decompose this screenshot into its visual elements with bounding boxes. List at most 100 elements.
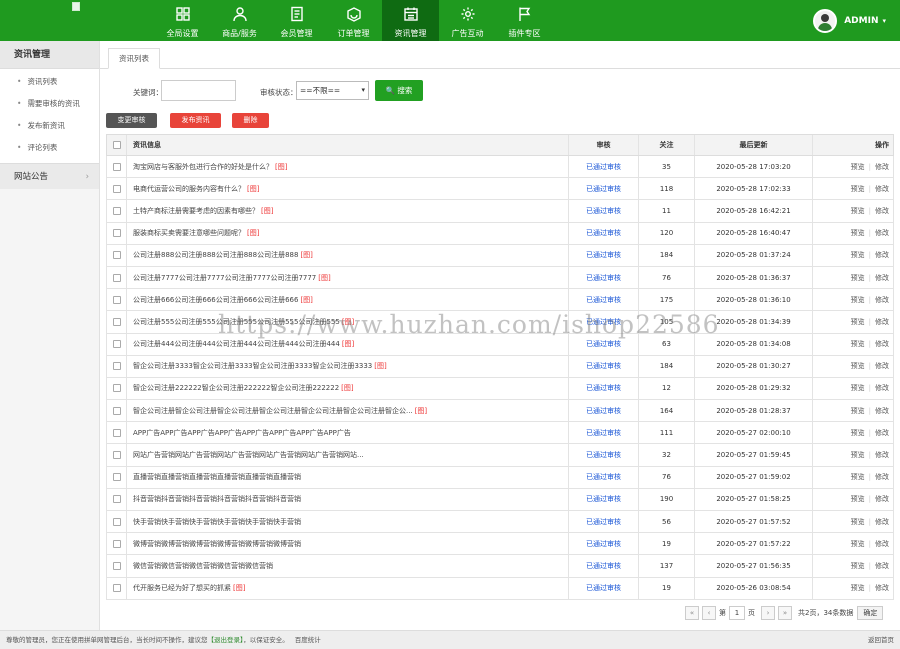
row-checkbox[interactable] [112,206,121,215]
status-link[interactable]: 已通过审核 [586,317,621,327]
prev-page-button[interactable]: ‹ [702,606,716,620]
edit-link[interactable]: 修改 [875,339,889,349]
status-link[interactable]: 已通过审核 [586,472,621,482]
preview-link[interactable]: 预览 [851,295,865,305]
status-link[interactable]: 已通过审核 [586,228,621,238]
preview-link[interactable]: 预览 [851,339,865,349]
status-link[interactable]: 已通过审核 [586,295,621,305]
preview-link[interactable]: 预览 [851,228,865,238]
page-input[interactable]: 1 [729,606,745,620]
next-page-button[interactable]: › [761,606,775,620]
row-checkbox[interactable] [112,317,121,326]
row-checkbox[interactable] [112,517,121,526]
status-link[interactable]: 已通过审核 [586,561,621,571]
select-all-checkbox[interactable] [112,141,121,149]
status-link[interactable]: 已通过审核 [586,428,621,438]
edit-link[interactable]: 修改 [875,317,889,327]
status-link[interactable]: 已通过审核 [586,273,621,283]
keyword-input[interactable] [161,80,236,101]
edit-link[interactable]: 修改 [875,472,889,482]
change-audit-button[interactable]: 变更审核 [106,113,157,128]
status-link[interactable]: 已通过审核 [586,494,621,504]
edit-link[interactable]: 修改 [875,206,889,216]
nav-item-2[interactable]: 会员管理 [268,0,325,41]
news-title-link[interactable]: 土特产商标注册需要考虑的因素有哪些？ [133,206,259,216]
sidebar-section-announcements[interactable]: 网站公告 › [0,163,99,189]
news-title-link[interactable]: 服装商标买卖需要注意哪些问题呢？ [133,228,245,238]
preview-link[interactable]: 预览 [851,317,865,327]
row-checkbox[interactable] [112,584,121,593]
sidebar-item-pending-review[interactable]: 需要审核的资讯 [0,93,99,115]
preview-link[interactable]: 预览 [851,406,865,416]
status-link[interactable]: 已通过审核 [586,339,621,349]
status-link[interactable]: 已通过审核 [586,406,621,416]
news-title-link[interactable]: 淘宝网店与客服外包进行合作的好处是什么？ [133,162,273,172]
nav-item-5[interactable]: 广告互动 [439,0,496,41]
news-title-link[interactable]: 公司注册888公司注册888公司注册888公司注册888 [133,250,298,260]
row-checkbox[interactable] [112,162,121,171]
status-link[interactable]: 已通过审核 [586,383,621,393]
preview-link[interactable]: 预览 [851,428,865,438]
sidebar-item-comments[interactable]: 评论列表 [0,137,99,159]
nav-item-4[interactable]: 资讯管理 [382,0,439,41]
status-link[interactable]: 已通过审核 [586,184,621,194]
status-link[interactable]: 已通过审核 [586,517,621,527]
news-title-link[interactable]: 电商代运营公司的服务内容有什么？ [133,184,245,194]
edit-link[interactable]: 修改 [875,361,889,371]
status-link[interactable]: 已通过审核 [586,450,621,460]
preview-link[interactable]: 预览 [851,162,865,172]
row-checkbox[interactable] [112,473,121,482]
preview-link[interactable]: 预览 [851,517,865,527]
row-checkbox[interactable] [112,539,121,548]
row-checkbox[interactable] [112,451,121,460]
preview-link[interactable]: 预览 [851,273,865,283]
row-checkbox[interactable] [112,384,121,393]
status-link[interactable]: 已通过审核 [586,583,621,593]
news-title-link[interactable]: 公司注册555公司注册555公司注册555公司注册555公司注册555 [133,317,340,327]
news-title-link[interactable]: 微博营销微博营销微博营销微博营销微博营销微博营销 [133,539,301,549]
edit-link[interactable]: 修改 [875,583,889,593]
preview-link[interactable]: 预览 [851,561,865,571]
edit-link[interactable]: 修改 [875,450,889,460]
delete-button[interactable]: 删除 [232,113,269,128]
news-title-link[interactable]: 微信营销微信营销微信营销微信营销微信营销 [133,561,273,571]
sidebar-item-news-list[interactable]: 资讯列表 [0,71,99,93]
tab-news-list[interactable]: 资讯列表 [108,48,160,69]
row-checkbox[interactable] [112,428,121,437]
edit-link[interactable]: 修改 [875,561,889,571]
news-title-link[interactable]: 抖音营销抖音营销抖音营销抖音营销抖音营销抖音营销 [133,494,301,504]
preview-link[interactable]: 预览 [851,494,865,504]
publish-news-button[interactable]: 发布资讯 [170,113,221,128]
status-link[interactable]: 已通过审核 [586,162,621,172]
row-checkbox[interactable] [112,406,121,415]
preview-link[interactable]: 预览 [851,361,865,371]
status-link[interactable]: 已通过审核 [586,206,621,216]
user-menu[interactable]: ADMIN ▾ [813,9,886,33]
last-page-button[interactable]: » [778,606,792,620]
status-link[interactable]: 已通过审核 [586,361,621,371]
sidebar-item-publish-news[interactable]: 发布新资讯 [0,115,99,137]
avatar[interactable] [813,9,838,33]
row-checkbox[interactable] [112,340,121,349]
chevron-down-icon[interactable]: ▾ [882,17,886,25]
first-page-button[interactable]: « [685,606,699,620]
nav-item-3[interactable]: 订单管理 [325,0,382,41]
row-checkbox[interactable] [112,184,121,193]
logout-link[interactable]: 【退出登录】 [208,636,244,644]
nav-item-0[interactable]: 全局设置 [154,0,211,41]
preview-link[interactable]: 预览 [851,472,865,482]
news-title-link[interactable]: 快手营销快手营销快手营销快手营销快手营销快手营销 [133,517,301,527]
news-title-link[interactable]: 公司注册7777公司注册7777公司注册7777公司注册7777 [133,273,316,283]
search-button[interactable]: 🔍 搜索 [375,80,423,101]
edit-link[interactable]: 修改 [875,383,889,393]
preview-link[interactable]: 预览 [851,184,865,194]
row-checkbox[interactable] [112,229,121,238]
status-select[interactable]: ==不限== ▾ [296,81,369,100]
edit-link[interactable]: 修改 [875,406,889,416]
edit-link[interactable]: 修改 [875,228,889,238]
row-checkbox[interactable] [112,295,121,304]
preview-link[interactable]: 预览 [851,450,865,460]
news-title-link[interactable]: APP广告APP广告APP广告APP广告APP广告APP广告APP广告APP广告 [133,428,351,438]
status-link[interactable]: 已通过审核 [586,539,621,549]
nav-item-6[interactable]: 插件专区 [496,0,553,41]
